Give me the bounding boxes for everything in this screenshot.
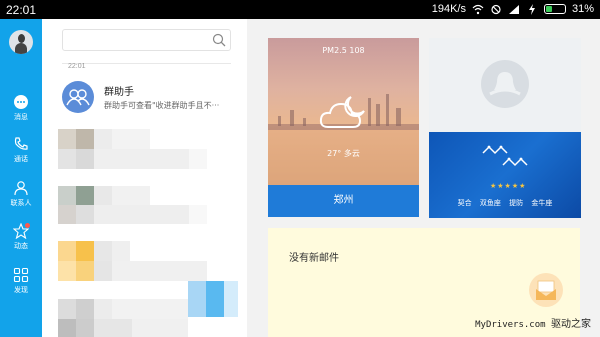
signal-icon — [508, 4, 519, 14]
envelope-icon — [529, 273, 563, 307]
weather-widget[interactable]: PM2.5 108 27° 多云 郑州 — [268, 38, 419, 217]
pm25-reading: PM2.5 108 — [322, 46, 365, 55]
conversation-title: 群助手 — [104, 87, 134, 98]
horoscope-tag: 双鱼座 — [479, 199, 501, 207]
nav-rail: 消息 通话 联系人 动态 发现 — [0, 19, 42, 337]
horoscope-tag: 金牛座 — [531, 199, 553, 207]
constellation-icon — [482, 145, 528, 167]
nav-label: 动态 — [14, 242, 28, 250]
wifi-icon — [472, 4, 484, 14]
phone-icon — [14, 137, 28, 150]
placeholder-tile[interactable] — [429, 38, 581, 134]
chat-bubble-icon — [14, 95, 28, 109]
nav-item-calls[interactable]: 通话 — [0, 136, 42, 172]
horoscope-widget[interactable]: ★★★★★ 契合 双鱼座 提防 金牛座 — [429, 132, 581, 218]
horoscope-tag: 契合 — [457, 199, 472, 207]
bell-badge-icon — [481, 60, 529, 108]
battery-percent: 31% — [571, 3, 594, 15]
conversation-timestamp: 22:01 — [68, 63, 86, 70]
status-bar: 22:01 194K/s 31% — [0, 0, 600, 19]
nav-label: 消息 — [14, 113, 28, 121]
divider — [62, 63, 231, 64]
charging-icon — [528, 3, 535, 15]
notification-dot — [25, 223, 30, 228]
star-rating: ★★★★★ — [490, 182, 527, 190]
cloud-moon-icon — [319, 96, 365, 128]
avatar[interactable] — [9, 30, 33, 54]
nav-label: 联系人 — [10, 199, 32, 207]
watermark-site: MyDrivers.com — [475, 320, 546, 330]
status-right: 194K/s 31% — [432, 3, 594, 15]
nav-item-contacts[interactable]: 联系人 — [0, 180, 42, 216]
watermark: MyDrivers.com 驱动之家 — [475, 315, 591, 330]
watermark-name: 驱动之家 — [551, 319, 591, 330]
city-name: 郑州 — [268, 185, 419, 217]
nav-item-messages[interactable]: 消息 — [0, 94, 42, 130]
screen: 22:01 194K/s 31% 消息 通话 联系人 动态 发现 22:01 群… — [0, 0, 600, 337]
message-list-panel: 22:01 群助手 群助手可查看"收进群助手且不··· — [42, 19, 247, 337]
battery-icon — [543, 4, 566, 14]
search-icon — [212, 33, 226, 47]
mail-status: 没有新邮件 — [289, 253, 339, 264]
nav-label: 通话 — [14, 155, 28, 163]
widget-area: PM2.5 108 27° 多云 郑州 ★★★★★ 契合 双鱼座 提防 金牛座 … — [247, 19, 600, 337]
horoscope-tags: 契合 双鱼座 提防 金牛座 — [429, 198, 581, 208]
network-speed: 194K/s — [431, 3, 466, 15]
horoscope-tag: 提防 — [509, 199, 524, 207]
contact-icon — [14, 181, 28, 196]
nav-label: 发现 — [14, 286, 28, 294]
nav-item-feed[interactable]: 动态 — [0, 223, 42, 259]
weather-condition: 27° 多云 — [327, 149, 360, 158]
conversation-snippet: 群助手可查看"收进群助手且不··· — [104, 101, 220, 110]
nav-item-discover[interactable]: 发现 — [0, 267, 42, 303]
do-not-disturb-icon — [491, 4, 501, 14]
status-time: 22:01 — [6, 3, 37, 17]
conversation-item[interactable]: 群助手 群助手可查看"收进群助手且不··· — [60, 77, 245, 117]
search-input[interactable] — [62, 29, 231, 51]
battery-level — [545, 6, 552, 12]
grid-icon — [13, 267, 29, 283]
group-assistant-icon — [62, 81, 94, 113]
